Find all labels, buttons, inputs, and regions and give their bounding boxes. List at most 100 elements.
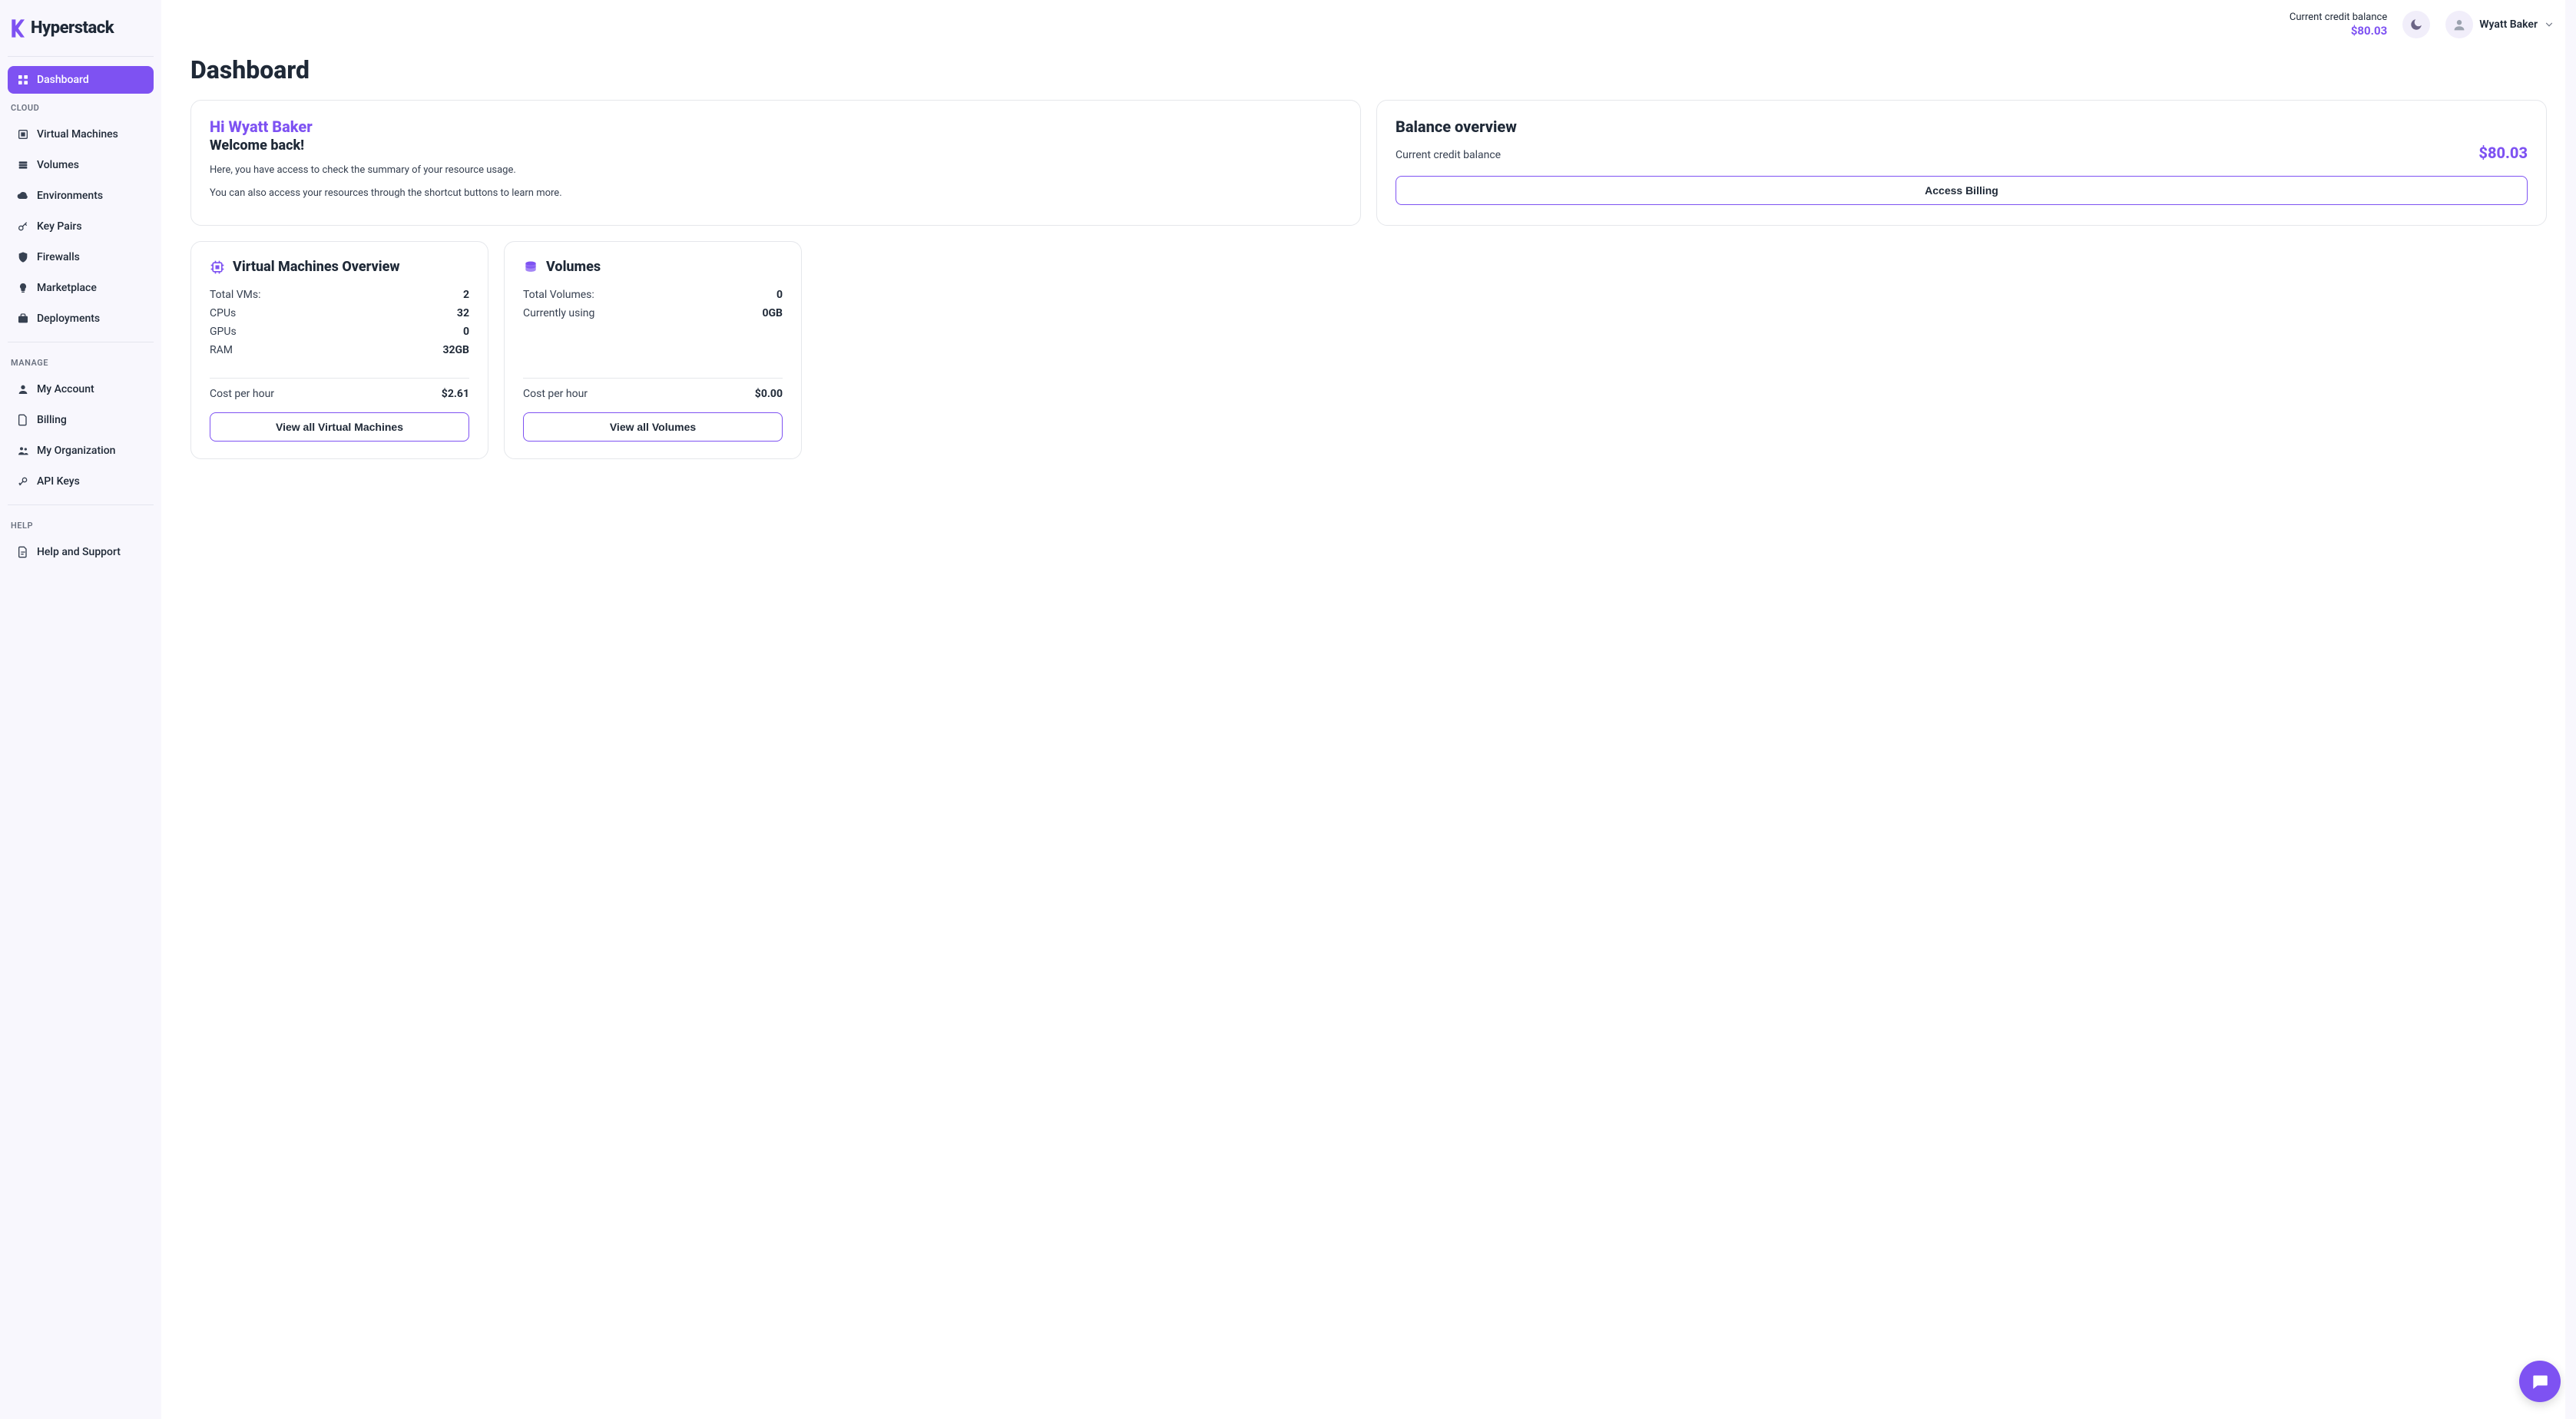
cost-value: $0.00 [755, 388, 783, 400]
sidebar-item-label: Firewalls [37, 251, 80, 263]
volumes-overview-card: Volumes Total Volumes: 0 Currently using 0… [504, 241, 802, 459]
sidebar-item-virtual-machines[interactable]: Virtual Machines [8, 121, 154, 148]
sidebar-item-dashboard[interactable]: Dashboard [8, 66, 154, 94]
sidebar-item-my-organization[interactable]: My Organization [8, 437, 154, 465]
brand-text: Hyperstack [31, 18, 114, 38]
divider [8, 56, 154, 57]
sidebar-item-my-account[interactable]: My Account [8, 375, 154, 403]
stat-value: 2 [463, 289, 469, 301]
stat-label: Total Volumes: [523, 289, 594, 301]
key2-icon [17, 475, 29, 488]
stat-value: 0 [776, 289, 783, 301]
cloud-icon [17, 190, 29, 202]
theme-toggle-button[interactable] [2402, 11, 2430, 38]
cpu-icon [210, 260, 225, 275]
sidebar-item-help-support[interactable]: Help and Support [8, 538, 154, 566]
stat-label: Currently using [523, 307, 594, 319]
sidebar-item-label: My Organization [37, 445, 115, 457]
chat-icon [2530, 1371, 2550, 1391]
sidebar-item-label: My Account [37, 383, 94, 395]
sidebar-item-label: Deployments [37, 313, 100, 325]
sidebar-item-label: Virtual Machines [37, 128, 118, 141]
cost-label: Cost per hour [523, 388, 588, 400]
sidebar-item-label: API Keys [37, 475, 80, 488]
file-icon [17, 414, 29, 426]
vm-card-title: Virtual Machines Overview [233, 259, 399, 275]
sidebar-item-deployments[interactable]: Deployments [8, 305, 154, 332]
cost-row: Cost per hour $0.00 [523, 378, 783, 412]
topbar-balance-label: Current credit balance [2290, 12, 2387, 24]
stat-row: Currently using 0GB [523, 304, 783, 322]
sidebar-item-label: Help and Support [37, 546, 121, 558]
bulb-icon [17, 282, 29, 294]
brand[interactable]: Hyperstack [8, 14, 154, 47]
doc-icon [17, 546, 29, 558]
user-menu[interactable]: Wyatt Baker [2445, 11, 2554, 38]
welcome-line1: Here, you have access to check the summa… [210, 163, 1342, 178]
stat-row: RAM 32GB [210, 341, 469, 359]
vm-overview-card: Virtual Machines Overview Total VMs: 2 CP… [190, 241, 488, 459]
dashboard-icon [17, 74, 29, 86]
users-icon [17, 445, 29, 457]
avatar-icon [2451, 16, 2468, 33]
page-title: Dashboard [190, 55, 2547, 84]
section-label-manage: MANAGE [8, 352, 154, 372]
topbar-balance: Current credit balance $80.03 [2290, 12, 2387, 38]
sidebar-item-volumes[interactable]: Volumes [8, 151, 154, 179]
moon-icon [2409, 18, 2423, 31]
sidebar-item-marketplace[interactable]: Marketplace [8, 274, 154, 302]
briefcase-icon [17, 313, 29, 325]
sidebar-item-label: Key Pairs [37, 220, 82, 233]
sidebar-item-firewalls[interactable]: Firewalls [8, 243, 154, 271]
sidebar-item-billing[interactable]: Billing [8, 406, 154, 434]
chevron-down-icon [2544, 19, 2554, 30]
view-all-vms-button[interactable]: View all Virtual Machines [210, 412, 469, 442]
user-name: Wyatt Baker [2479, 18, 2538, 31]
cost-label: Cost per hour [210, 388, 274, 400]
stat-label: Total VMs: [210, 289, 261, 301]
welcome-card: Hi Wyatt Baker Welcome back! Here, you h… [190, 100, 1361, 226]
user-icon [17, 383, 29, 395]
sidebar: Hyperstack Dashboard CLOUD Virtual Machi… [0, 0, 161, 1419]
balance-card: Balance overview Current credit balance … [1376, 100, 2547, 226]
stat-row: Total Volumes: 0 [523, 286, 783, 304]
stat-value: 32GB [442, 344, 469, 356]
stack-icon [523, 260, 538, 275]
welcome-line2: You can also access your resources throu… [210, 186, 1342, 201]
key-icon [17, 220, 29, 233]
stat-label: CPUs [210, 307, 236, 319]
cost-row: Cost per hour $2.61 [210, 378, 469, 412]
vm-icon [17, 128, 29, 141]
sidebar-item-label: Volumes [37, 159, 79, 171]
stat-label: RAM [210, 344, 233, 356]
volumes-icon [17, 159, 29, 171]
sidebar-item-key-pairs[interactable]: Key Pairs [8, 213, 154, 240]
balance-card-value: $80.03 [2478, 144, 2528, 162]
brand-icon [9, 19, 25, 38]
stat-value: 0 [463, 326, 469, 338]
sidebar-item-environments[interactable]: Environments [8, 182, 154, 210]
stat-row: GPUs0 [210, 322, 469, 341]
access-billing-button[interactable]: Access Billing [1396, 176, 2528, 205]
welcome-back: Welcome back! [210, 137, 1342, 154]
shield-icon [17, 251, 29, 263]
stat-row: Total VMs: 2 [210, 286, 469, 304]
sidebar-item-label: Dashboard [37, 74, 89, 86]
section-label-cloud: CLOUD [8, 97, 154, 117]
chat-fab-button[interactable] [2519, 1361, 2561, 1402]
sidebar-item-label: Environments [37, 190, 103, 202]
welcome-greet: Hi Wyatt Baker [210, 117, 1342, 136]
volumes-card-title: Volumes [546, 259, 601, 275]
topbar: Current credit balance $80.03 Wyatt Bake… [161, 0, 2576, 43]
view-all-volumes-button[interactable]: View all Volumes [523, 412, 783, 442]
balance-card-title: Balance overview [1396, 117, 2528, 136]
balance-card-label: Current credit balance [1396, 149, 1501, 161]
sidebar-item-label: Billing [37, 414, 67, 426]
stat-value: 0GB [762, 307, 783, 319]
topbar-balance-amount: $80.03 [2290, 24, 2387, 38]
section-label-help: HELP [8, 514, 154, 535]
avatar [2445, 11, 2473, 38]
sidebar-item-api-keys[interactable]: API Keys [8, 468, 154, 495]
content: Dashboard Hi Wyatt Baker Welcome back! H… [161, 43, 2576, 1419]
stat-row: CPUs32 [210, 304, 469, 322]
